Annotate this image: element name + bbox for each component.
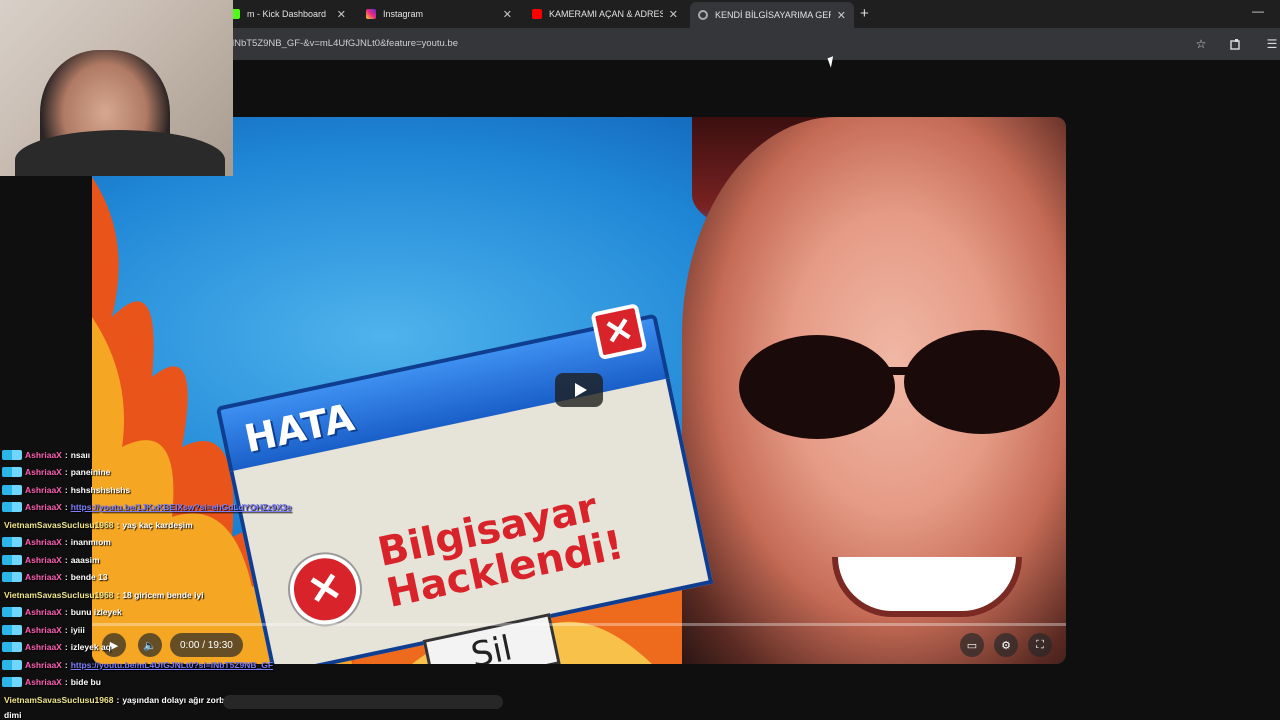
chat-message: AshriaaX : https://youtu.be/1JKxKBEIXsw?… <box>0 499 360 517</box>
chat-text: hshshshshshs <box>70 484 131 495</box>
tab-youtube-kamera[interactable]: KAMERAMI AÇAN & ADRESİMİ ✕ <box>524 0 686 28</box>
subscriber-badge-icon <box>2 659 22 670</box>
chat-username: AshriaaX <box>25 607 62 618</box>
bookmark-star-icon[interactable]: ☆ <box>1193 36 1209 52</box>
address-bar[interactable]: lNbT5Z9NB_GF-&v=mL4UfGJNLt0&feature=yout… <box>232 38 458 49</box>
person-smile <box>832 557 1022 617</box>
tab-title: KENDİ BİLGİSAYARIMA GERÇEK <box>715 10 831 20</box>
chat-text: bende 13 <box>70 572 108 583</box>
chat-message: AshriaaX : bende 13 <box>0 569 360 587</box>
chat-text: 18 giricem bende iyi <box>122 589 204 600</box>
subscriber-badge-icon <box>2 467 22 478</box>
settings-gear-icon[interactable]: ⚙ <box>994 633 1018 657</box>
close-icon[interactable]: ✕ <box>669 8 678 21</box>
chat-message: AshriaaX : nsaıı <box>0 446 360 464</box>
youtube-icon <box>532 9 542 19</box>
subscriber-badge-icon <box>2 572 22 583</box>
play-button[interactable] <box>555 373 603 407</box>
chat-text: izleyek aq <box>70 642 111 653</box>
subscriber-badge-icon <box>2 624 22 635</box>
chat-message: AshriaaX : bunu izleyek <box>0 604 360 622</box>
chat-username: AshriaaX <box>25 537 62 548</box>
chat-username: AshriaaX <box>25 467 62 478</box>
chat-username: AshriaaX <box>25 659 62 670</box>
minimize-button[interactable]: — <box>1252 4 1264 18</box>
tab-kick-dashboard[interactable]: m - Kick Dashboard ✕ <box>222 0 354 28</box>
chat-username: AshriaaX <box>25 677 62 688</box>
chat-message: AshriaaX : izleyek aq <box>0 639 360 657</box>
dialog-delete-button: Sil <box>422 613 561 664</box>
webcam-overlay <box>0 0 233 176</box>
chat-text: iyiii <box>70 624 85 635</box>
chat-message: AshriaaX : hshshshshshs <box>0 481 360 499</box>
subtitles-icon[interactable]: ▭ <box>960 633 984 657</box>
tab-title: m - Kick Dashboard <box>247 9 327 19</box>
chat-text: paneinine <box>70 467 111 478</box>
chat-text: inanmıom <box>70 537 111 548</box>
chat-username: AshriaaX <box>25 624 62 635</box>
chat-message-continuation: dimi <box>0 709 360 720</box>
chat-text: aaasim <box>70 554 100 565</box>
chat-link[interactable]: https://youtu.be/mL4UfGJNLt0?si=lNbT5Z9N… <box>71 660 273 670</box>
chat-username: AshriaaX <box>25 642 62 653</box>
subscriber-badge-icon <box>2 484 22 495</box>
subscriber-badge-icon <box>2 677 22 688</box>
subscriber-badge-icon <box>2 449 22 460</box>
chat-text: nsaıı <box>70 449 91 460</box>
subscriber-badge-icon <box>2 642 22 653</box>
instagram-icon <box>366 9 376 19</box>
chat-message: AshriaaX : inanmıom <box>0 534 360 552</box>
tab-active-video[interactable]: KENDİ BİLGİSAYARIMA GERÇEK ✕ <box>690 2 854 28</box>
close-icon: ✕ <box>590 303 648 361</box>
extensions-icon[interactable] <box>1228 36 1244 52</box>
subscriber-badge-icon <box>2 554 22 565</box>
chat-link[interactable]: https://youtu.be/1JKxKBEIXsw?si=ehGdLdYO… <box>71 502 292 512</box>
chat-text: dimi <box>4 709 22 720</box>
loading-icon <box>698 10 708 20</box>
tab-title: KAMERAMI AÇAN & ADRESİMİ <box>549 9 663 19</box>
chat-message: VietnamSavasSuclusu1968 : yaş kaç kardeş… <box>4 519 193 530</box>
chat-username: AshriaaX <box>25 484 62 495</box>
chat-username: VietnamSavasSuclusu1968 <box>4 694 114 705</box>
subscriber-badge-icon <box>2 502 22 513</box>
subscriber-badge-icon <box>2 607 22 618</box>
chat-message: AshriaaX : iyiii <box>0 621 360 639</box>
chat-username: AshriaaX <box>25 449 62 460</box>
subscriber-badge-icon <box>2 537 22 548</box>
close-icon[interactable]: ✕ <box>837 9 846 22</box>
bottom-bar <box>223 695 503 709</box>
chat-message: AshriaaX : https://youtu.be/mL4UfGJNLt0?… <box>0 656 360 674</box>
chat-message: AshriaaX : paneinine <box>0 464 360 482</box>
menu-icon[interactable]: ☰ <box>1264 36 1280 52</box>
chat-username: AshriaaX <box>25 572 62 583</box>
chat-text: bunu izleyek <box>70 607 122 618</box>
close-icon[interactable]: ✕ <box>337 8 346 21</box>
chat-username: AshriaaX <box>25 502 62 513</box>
dialog-message: Bilgisayar Hacklendi! <box>373 484 628 617</box>
sunglasses-graphic <box>739 330 1060 439</box>
chat-username: VietnamSavasSuclusu1968 <box>4 519 114 530</box>
chat-username: AshriaaX <box>25 554 62 565</box>
tab-instagram[interactable]: Instagram ✕ <box>358 0 520 28</box>
play-icon <box>574 383 587 397</box>
chat-username: VietnamSavasSuclusu1968 <box>4 589 114 600</box>
close-icon[interactable]: ✕ <box>503 8 512 21</box>
new-tab-button[interactable]: + <box>860 5 869 22</box>
chat-message: VietnamSavasSuclusu1968 : 18 giricem ben… <box>4 589 204 600</box>
theater-mode-icon[interactable]: ⛶ <box>1028 633 1052 657</box>
chat-text: yaş kaç kardeşim <box>122 519 193 530</box>
tab-title: Instagram <box>383 9 424 19</box>
chat-text: bide bu <box>70 677 101 688</box>
screen: m - Kick Dashboard ✕ Instagram ✕ KAMERAM… <box>0 0 1280 720</box>
chat-message: AshriaaX : aaasim <box>0 551 360 569</box>
chat-overlay: AshriaaX : nsaıı AshriaaX : paneinine As… <box>0 446 360 720</box>
chat-message: AshriaaX : bide bu <box>0 674 360 692</box>
